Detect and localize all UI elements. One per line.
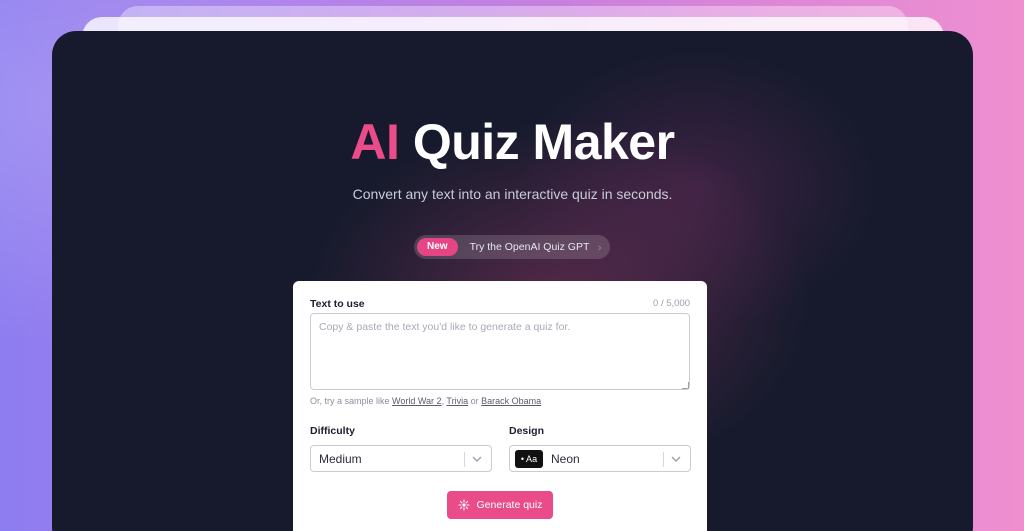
source-text-input[interactable] [310, 313, 690, 390]
design-select[interactable]: • Aa Neon [509, 445, 691, 472]
difficulty-value: Medium [319, 451, 362, 466]
character-counter: 0 / 5,000 [653, 298, 690, 309]
select-separator [663, 452, 664, 467]
difficulty-label: Difficulty [310, 425, 355, 437]
sparkle-icon [457, 499, 470, 511]
sample-link-barack-obama[interactable]: Barack Obama [481, 396, 541, 406]
chevron-down-icon [671, 456, 681, 462]
title-rest: Quiz Maker [412, 114, 675, 170]
announcement-text: Try the OpenAI Quiz GPT [469, 241, 590, 253]
generate-quiz-label: Generate quiz [476, 499, 543, 511]
sample-suggestions: Or, try a sample like World War 2, Trivi… [310, 396, 542, 406]
design-preview-thumbnail: • Aa [515, 449, 543, 468]
chevron-down-icon [472, 456, 482, 462]
chevron-right-icon: › [597, 240, 602, 254]
generate-quiz-button[interactable]: Generate quiz [447, 491, 553, 519]
sample-link-world-war-2[interactable]: World War 2 [392, 396, 442, 406]
title-accent: AI [350, 114, 400, 170]
design-label: Design [509, 425, 545, 437]
main-card: AI Quiz Maker Convert any text into an i… [52, 31, 973, 531]
new-badge: New [417, 238, 458, 256]
announcement-pill[interactable]: New Try the OpenAI Quiz GPT › [414, 235, 610, 259]
page-subtitle: Convert any text into an interactive qui… [352, 186, 673, 202]
select-separator [464, 452, 465, 467]
design-value: Neon [551, 451, 580, 466]
sample-link-trivia[interactable]: Trivia [446, 396, 468, 406]
sample-prefix: Or, try a sample like [310, 396, 390, 406]
quiz-form: Text to use 0 / 5,000 Or, try a sample l… [293, 281, 707, 531]
resize-handle-icon[interactable] [682, 382, 689, 389]
text-to-use-label: Text to use [310, 298, 365, 310]
difficulty-select[interactable]: Medium [310, 445, 492, 472]
page-title: AI Quiz Maker [52, 113, 973, 171]
